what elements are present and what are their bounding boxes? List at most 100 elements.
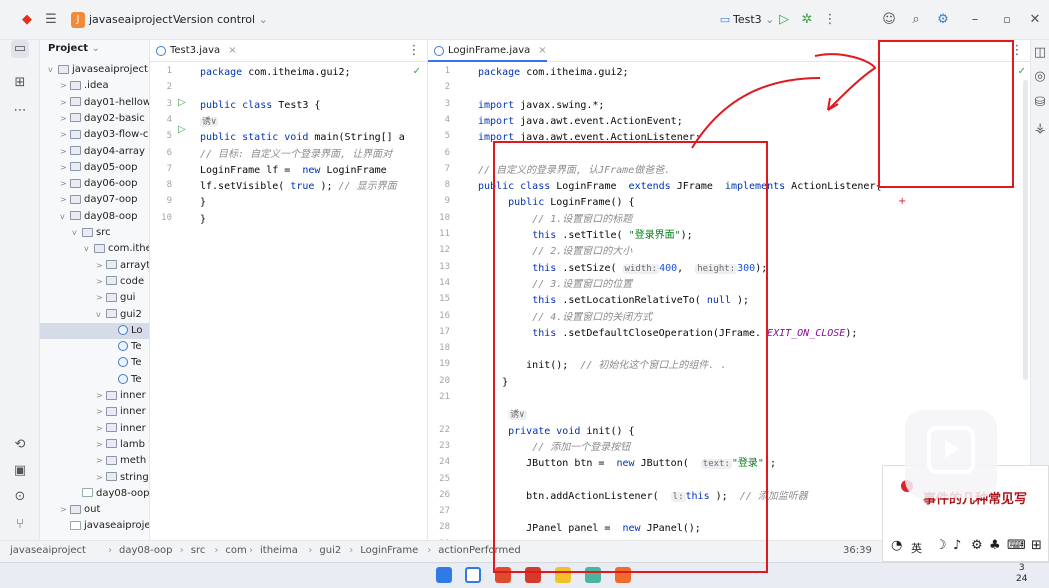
ime-settings-icon[interactable]: ⚙ (971, 538, 983, 553)
task-view-icon[interactable] (465, 567, 481, 583)
chevron-icon[interactable]: > (60, 95, 70, 111)
terminal-tool-icon[interactable]: ▣ (11, 462, 29, 480)
tree-item[interactable]: v src (40, 225, 111, 241)
tree-item[interactable]: > arrayt (40, 258, 149, 274)
tree-item[interactable]: > inner (40, 421, 146, 437)
chevron-icon[interactable]: v (72, 225, 82, 241)
run-config-dropdown[interactable]: Test3 ⌄ (733, 10, 774, 30)
breadcrumb-item[interactable]: com (225, 545, 246, 556)
project-panel-header[interactable]: Project ⌄ (48, 43, 100, 54)
tree-item[interactable]: Te (40, 372, 142, 388)
chevron-icon[interactable]: > (60, 78, 70, 94)
tree-item[interactable]: > day05-oop (40, 160, 138, 176)
run-main-icon[interactable]: ▷ (178, 124, 186, 135)
code-line[interactable]: LoginFrame lf = new LoginFrame (200, 164, 387, 177)
close-icon[interactable]: ✕ (1026, 11, 1044, 29)
code-line[interactable]: package com.itheima.gui2; (478, 66, 629, 79)
notifications-icon[interactable]: ◫ (1031, 44, 1049, 62)
tab-loginframe-java[interactable]: LoginFrame.java × (428, 40, 547, 62)
voice-input-icon[interactable]: ◔ (891, 538, 902, 553)
tree-item[interactable]: > day03-flow-co (40, 127, 149, 143)
settings-gear-icon[interactable]: ⚙ (934, 11, 952, 29)
database-icon[interactable]: ⛁ (1031, 94, 1049, 112)
account-icon[interactable]: ☺ (880, 11, 898, 29)
tree-item[interactable]: > day01-hellowo (40, 95, 149, 111)
ai-assistant-icon[interactable]: ◎ (1031, 68, 1049, 86)
bilibili-play-button[interactable] (905, 410, 997, 498)
code-line[interactable]: } (200, 196, 206, 209)
keyboard-icon[interactable]: ⌨ (1007, 538, 1026, 553)
problems-tool-icon[interactable]: ⊙ (11, 488, 29, 506)
chevron-icon[interactable]: > (60, 127, 70, 143)
code-line[interactable]: 诱∨ (200, 115, 219, 129)
chevron-icon[interactable]: > (60, 111, 70, 127)
cursor-position[interactable]: 36:39 (843, 545, 872, 556)
tab-menu-icon[interactable]: ⋮ (405, 42, 423, 60)
breadcrumb-item[interactable]: LoginFrame (360, 545, 418, 556)
breadcrumb-item[interactable]: gui2 (319, 545, 341, 556)
tree-item[interactable]: > gui (40, 290, 135, 306)
chevron-icon[interactable]: > (60, 144, 70, 160)
chevron-icon[interactable]: > (96, 388, 106, 404)
more-tools-icon[interactable]: ⋯ (11, 102, 29, 120)
ime-grid-icon[interactable]: ⊞ (1031, 538, 1042, 553)
debug-icon[interactable]: ✲ (798, 11, 816, 29)
chevron-icon[interactable]: > (96, 453, 106, 469)
structure-tool-icon[interactable]: ⊞ (11, 74, 29, 92)
tree-item[interactable]: javaseaiproject (40, 518, 149, 534)
breadcrumb-item[interactable]: itheima (260, 545, 298, 556)
code-line[interactable]: package com.itheima.gui2; (200, 66, 351, 79)
code-line[interactable]: // 目标: 自定义一个登录界面, 让界面对 (200, 148, 392, 161)
tab-test3-java[interactable]: Test3.java × (150, 40, 237, 62)
tree-item[interactable]: > inner (40, 404, 146, 420)
tree-item[interactable]: > out (40, 502, 100, 518)
ime-shirt-icon[interactable]: ♣ (989, 538, 1001, 553)
code-line[interactable]: lf.setVisible( true ); // 显示界面 (200, 180, 397, 193)
tree-item[interactable]: v com.ithe (40, 241, 149, 257)
breadcrumb-item[interactable]: src (191, 545, 206, 556)
vertical-scrollbar[interactable] (1023, 80, 1028, 380)
tree-item[interactable]: > meth (40, 453, 146, 469)
services-tool-icon[interactable]: ⟲ (11, 436, 29, 454)
version-control-dropdown[interactable]: Version control ⌄ (173, 10, 268, 30)
chevron-icon[interactable]: > (60, 176, 70, 192)
tree-item[interactable]: > string (40, 470, 149, 486)
chevron-icon[interactable]: > (96, 274, 106, 290)
run-icon[interactable]: ▷ (775, 11, 793, 29)
git-tool-icon[interactable]: ⑂ (11, 516, 29, 534)
code-line[interactable]: } (200, 213, 206, 226)
tree-item[interactable]: > day06-oop (40, 176, 138, 192)
tree-item[interactable]: > day02-basic (40, 111, 145, 127)
chevron-icon[interactable]: > (60, 192, 70, 208)
close-tab-icon[interactable]: × (538, 45, 546, 56)
tree-item[interactable]: Lo (40, 322, 149, 339)
breadcrumb-item[interactable]: day08-oop (119, 545, 173, 556)
tree-item[interactable]: v day08-oop (40, 209, 138, 225)
chevron-icon[interactable]: > (96, 404, 106, 420)
chevron-icon[interactable]: v (84, 241, 94, 257)
tree-item[interactable]: Te (40, 355, 142, 371)
main-menu-icon[interactable]: ☰ (42, 11, 60, 29)
code-line[interactable]: public static void main(String[] a (200, 131, 405, 144)
tree-item[interactable]: > day07-oop (40, 192, 138, 208)
moon-icon[interactable]: ☽ (935, 538, 947, 553)
chevron-icon[interactable]: > (96, 470, 106, 486)
maximize-icon[interactable]: ▫ (998, 11, 1016, 29)
tree-item[interactable]: > .idea (40, 78, 109, 94)
tree-item[interactable]: > lamb (40, 437, 145, 453)
more-actions-icon[interactable]: ⋮ (821, 11, 839, 29)
chevron-icon[interactable]: > (60, 160, 70, 176)
plugin-tool-icon[interactable]: ⚶ (1031, 120, 1049, 138)
chevron-icon[interactable]: > (96, 290, 106, 306)
chevron-icon[interactable]: v (60, 209, 70, 225)
ime-indicator[interactable]: 英 (911, 540, 922, 556)
clock[interactable]: 3 24 (1016, 563, 1027, 585)
chevron-icon[interactable]: v (48, 62, 58, 78)
tree-item[interactable]: Te (40, 339, 142, 355)
chevron-icon[interactable]: > (96, 421, 106, 437)
tree-item[interactable]: v javaseaiproject (40, 62, 148, 78)
run-class-icon[interactable]: ▷ (178, 97, 186, 108)
tree-item[interactable]: > day04-array (40, 144, 145, 160)
breadcrumb-item[interactable]: javaseaiproject (10, 545, 86, 556)
minimize-icon[interactable]: – (966, 11, 984, 29)
